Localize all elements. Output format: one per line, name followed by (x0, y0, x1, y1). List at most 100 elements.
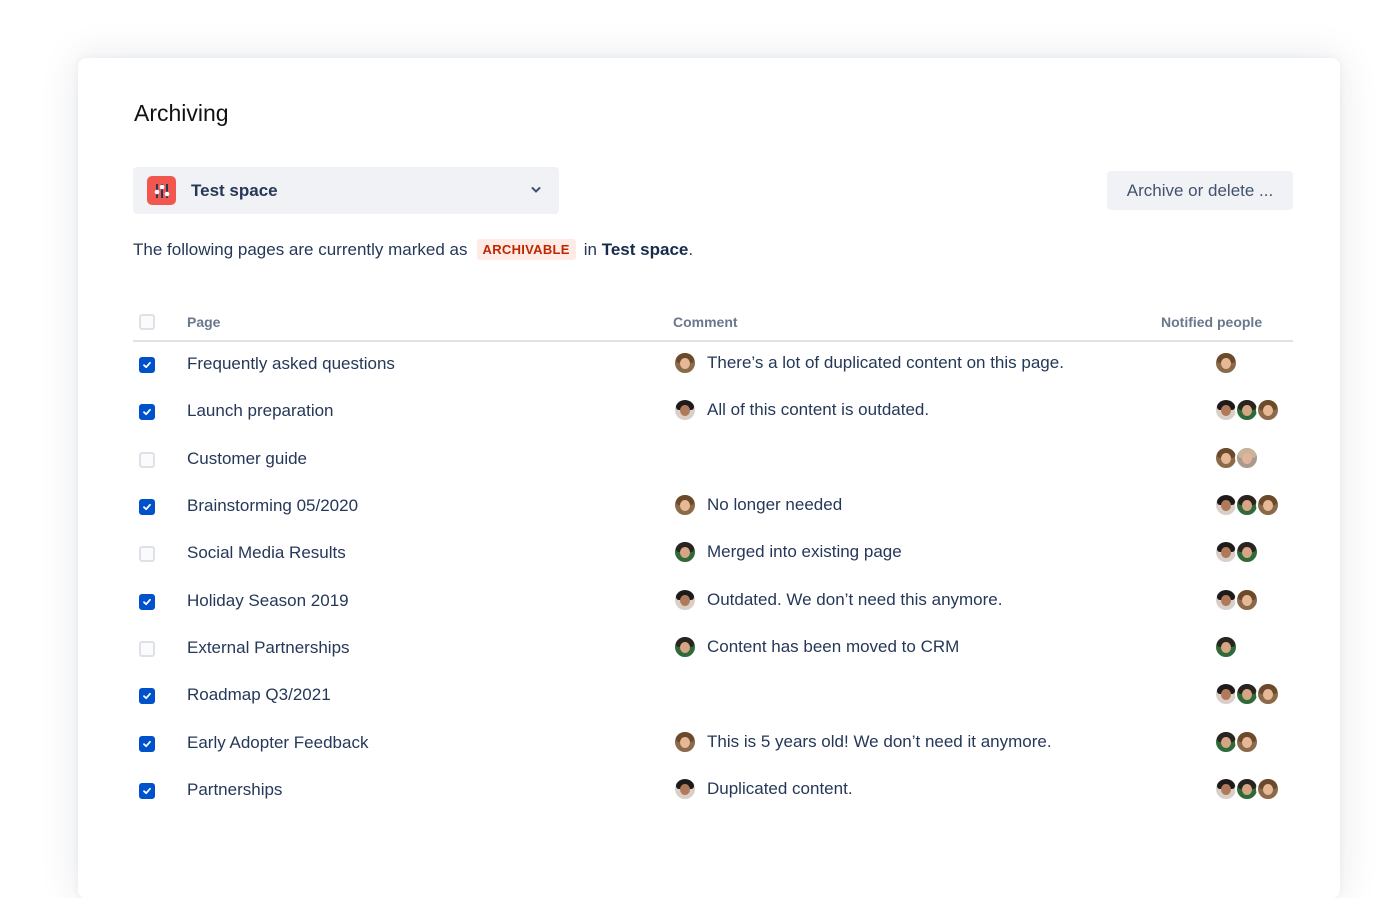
comment-cell: No longer needed (673, 493, 842, 517)
notified-people-group[interactable] (1214, 730, 1259, 754)
page-link[interactable]: Roadmap Q3/2021 (187, 685, 331, 705)
avatar-face (1263, 405, 1273, 416)
row-checkbox[interactable] (139, 688, 155, 704)
row-checkbox[interactable] (139, 499, 155, 515)
comment-text: Merged into existing page (707, 542, 902, 561)
table-row: External Partnerships Content has been mo… (133, 625, 1293, 672)
comment-text: All of this content is outdated. (707, 400, 930, 419)
avatar-face (1242, 784, 1252, 795)
avatar-face (680, 642, 690, 653)
archive-or-delete-button[interactable]: Archive or delete ... (1107, 171, 1293, 210)
notified-people-group[interactable] (1214, 777, 1280, 801)
intro-prefix: The following pages are currently marked… (133, 239, 468, 259)
notified-person-avatar[interactable] (1235, 730, 1259, 754)
notified-person-avatar[interactable] (1256, 682, 1280, 706)
avatar-face (1221, 737, 1231, 748)
notified-people-group[interactable] (1214, 540, 1259, 564)
avatar-face (1221, 595, 1231, 606)
column-header-page[interactable]: Page (187, 314, 220, 330)
page-title: Archiving (134, 100, 229, 126)
comment-text: No longer needed (707, 495, 843, 514)
notified-person-avatar[interactable] (1235, 540, 1259, 564)
avatar-face (680, 784, 690, 795)
comment-author-avatar[interactable] (673, 493, 697, 517)
comment-author-avatar[interactable] (673, 777, 697, 801)
checkmark-icon (143, 692, 151, 700)
page-link[interactable]: Holiday Season 2019 (187, 591, 349, 611)
comment-text: Duplicated content. (707, 779, 853, 798)
select-all-checkbox[interactable] (139, 314, 155, 330)
checkmark-icon (143, 503, 151, 511)
table-row: Launch preparation All of this content is… (133, 388, 1293, 435)
column-header-notified-people[interactable]: Notified people (1161, 314, 1262, 330)
notified-person-avatar[interactable] (1214, 635, 1238, 659)
page-link[interactable]: Brainstorming 05/2020 (187, 496, 358, 516)
space-selector[interactable]: Test space (133, 167, 559, 214)
notified-people-group[interactable] (1214, 588, 1259, 612)
notified-people-group[interactable] (1214, 635, 1238, 659)
row-checkbox[interactable] (139, 783, 155, 799)
checkmark-icon (143, 740, 151, 748)
comment-cell: Duplicated content. (673, 777, 853, 801)
page-link[interactable]: Partnerships (187, 780, 282, 800)
notified-people-group[interactable] (1214, 446, 1259, 470)
avatar-face (680, 547, 690, 558)
comment-cell: Merged into existing page (673, 540, 902, 564)
avatar-face (1263, 689, 1273, 700)
page-link[interactable]: Launch preparation (187, 401, 334, 421)
notified-person-avatar[interactable] (1235, 446, 1259, 470)
row-checkbox[interactable] (139, 641, 155, 657)
avatar-face (1263, 784, 1273, 795)
comment-author-avatar[interactable] (673, 398, 697, 422)
column-header-comment[interactable]: Comment (673, 314, 738, 330)
avatar-face (680, 737, 690, 748)
avatar-face (1221, 642, 1231, 653)
row-checkbox[interactable] (139, 404, 155, 420)
table-row: Brainstorming 05/2020 No longer needed (133, 483, 1293, 530)
intro-suffix: . (688, 239, 694, 259)
table-row: Frequently asked questions There’s a lot … (133, 341, 1293, 388)
row-checkbox[interactable] (139, 357, 155, 373)
comment-cell: Content has been moved to CRM (673, 635, 959, 659)
avatar-face (680, 405, 690, 416)
page-link[interactable]: Customer guide (187, 449, 307, 469)
page-link[interactable]: Social Media Results (187, 543, 346, 563)
row-checkbox[interactable] (139, 736, 155, 752)
row-checkbox[interactable] (139, 452, 155, 468)
table-row: Customer guide (133, 436, 1293, 483)
comment-author-avatar[interactable] (673, 588, 697, 612)
comment-cell: All of this content is outdated. (673, 398, 929, 422)
row-checkbox[interactable] (139, 594, 155, 610)
avatar-face (1242, 547, 1252, 558)
avatar-face (1242, 500, 1252, 511)
notified-person-avatar[interactable] (1256, 398, 1280, 422)
status-lozenge: ARCHIVABLE (476, 239, 576, 260)
page-link[interactable]: External Partnerships (187, 638, 350, 658)
notified-people-group[interactable] (1214, 398, 1280, 422)
page-link[interactable]: Early Adopter Feedback (187, 733, 368, 753)
comment-author-avatar[interactable] (673, 635, 697, 659)
notified-person-avatar[interactable] (1256, 777, 1280, 801)
comment-cell: There’s a lot of duplicated content on t… (673, 351, 1064, 375)
notified-people-group[interactable] (1214, 351, 1238, 375)
notified-people-group[interactable] (1214, 682, 1280, 706)
notified-person-avatar[interactable] (1235, 588, 1259, 612)
space-selector-value: Test space (191, 180, 278, 200)
page-link[interactable]: Frequently asked questions (187, 354, 395, 374)
notified-person-avatar[interactable] (1256, 493, 1280, 517)
avatar-face (1221, 405, 1231, 416)
table-row: Partnerships Duplicated content. (133, 767, 1293, 814)
avatar-face (1221, 547, 1231, 558)
notified-person-avatar[interactable] (1214, 351, 1238, 375)
comment-author-avatar[interactable] (673, 730, 697, 754)
comment-author-avatar[interactable] (673, 351, 697, 375)
intro-space-name: Test space (601, 239, 689, 259)
notified-people-group[interactable] (1214, 493, 1280, 517)
comment-author-avatar[interactable] (673, 540, 697, 564)
avatar-face (680, 500, 690, 511)
row-checkbox[interactable] (139, 546, 155, 562)
checkmark-icon (143, 408, 151, 416)
checkmark-icon (143, 361, 151, 369)
avatar-face (1242, 453, 1252, 464)
table-row: Roadmap Q3/2021 (133, 672, 1293, 719)
